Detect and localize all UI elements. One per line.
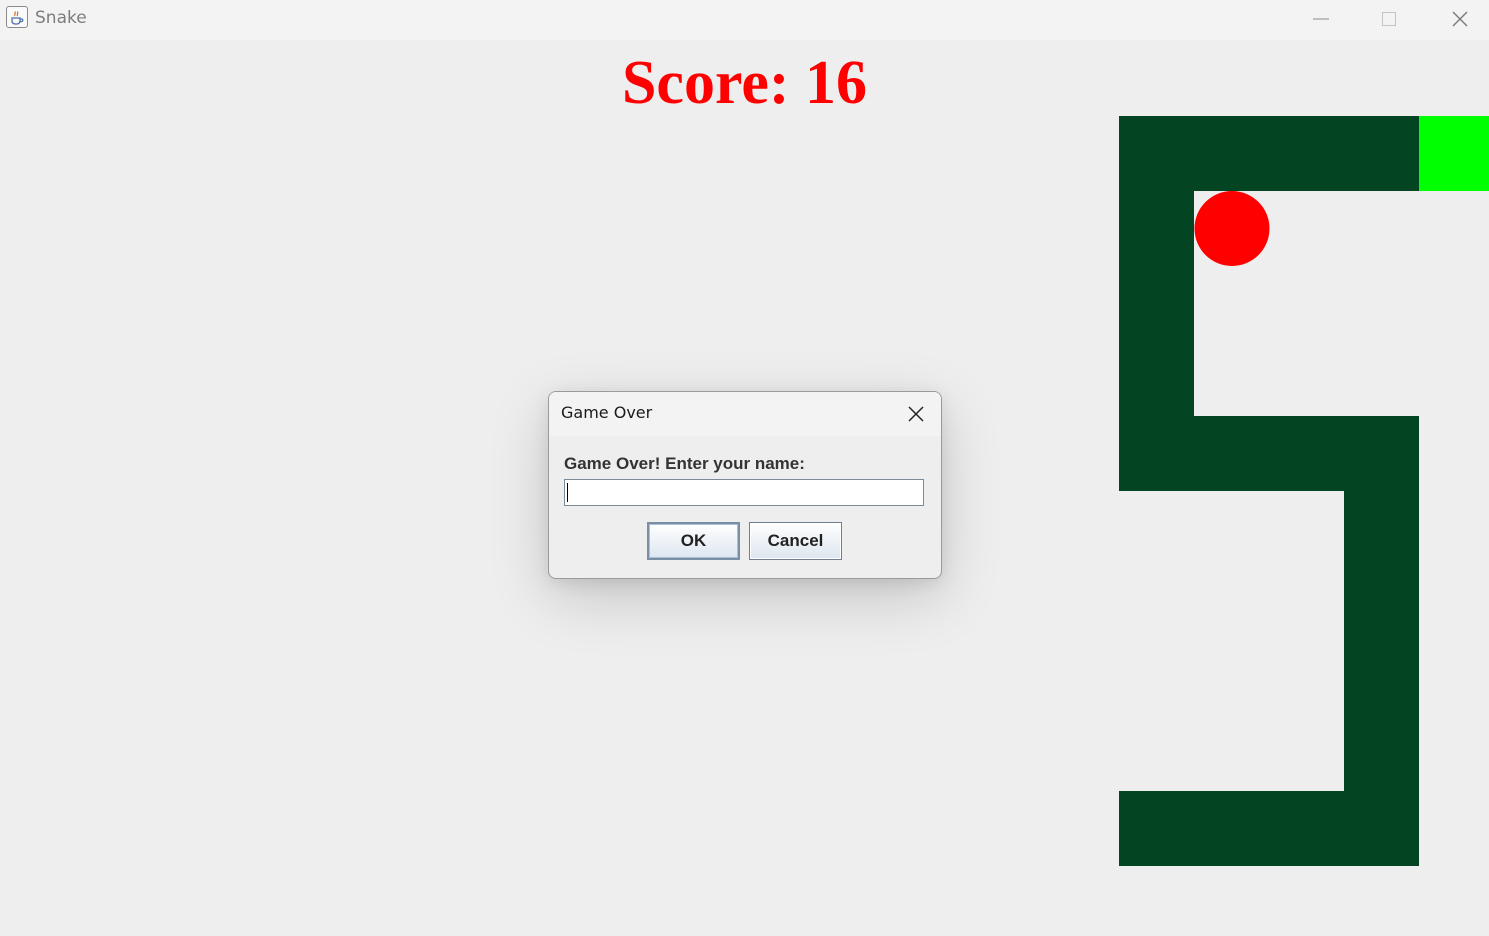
maximize-button[interactable] <box>1360 0 1418 38</box>
maximize-icon <box>1382 12 1396 26</box>
food-apple <box>1194 191 1270 266</box>
score-display: Score: 16 <box>621 49 868 117</box>
ok-button-label: OK <box>680 531 707 550</box>
snake-window: Snake Score: 16 Game Over Game Over! Ent… <box>0 0 1489 936</box>
window-titlebar[interactable]: Snake <box>0 0 1489 40</box>
dialog-titlebar[interactable]: Game Over <box>549 392 941 436</box>
java-cup-icon <box>6 6 28 28</box>
dialog-title: Game Over <box>561 403 653 422</box>
close-icon <box>1452 11 1468 27</box>
cancel-button[interactable]: Cancel <box>749 522 842 560</box>
name-input[interactable] <box>564 479 924 506</box>
close-window-button[interactable] <box>1431 0 1489 38</box>
minimize-button[interactable] <box>1292 0 1350 38</box>
dialog-close-button[interactable] <box>899 398 933 430</box>
cancel-button-label: Cancel <box>767 531 824 550</box>
window-title: Snake <box>35 8 87 28</box>
snake-head <box>1419 116 1489 191</box>
dialog-message: Game Over! Enter your name: <box>564 454 805 473</box>
game-over-dialog: Game Over Game Over! Enter your name: OK… <box>548 391 942 579</box>
ok-button[interactable]: OK <box>647 522 740 560</box>
close-icon <box>908 406 924 422</box>
text-caret <box>567 483 568 502</box>
snake-segment <box>1119 791 1419 866</box>
minimize-icon <box>1313 18 1329 20</box>
